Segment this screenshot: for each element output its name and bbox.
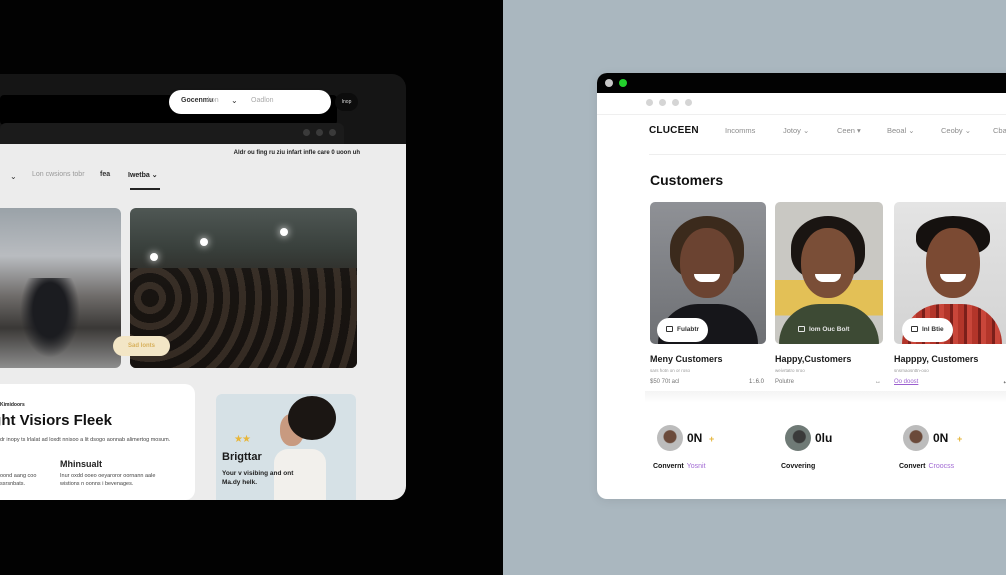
close-button[interactable] [605,79,613,87]
customer-secondary-value: 1:.6.0 [748,379,764,385]
nav-item[interactable]: Beoal ⌄ [887,126,915,135]
right-browser-window: CLUCEEN Incomms Jotoy ⌄ Ceen ▾ Beoal ⌄ C… [597,73,1006,499]
customer-card[interactable]: Iom Ouc Bo/t Happy,Customers weivrtatro … [775,202,883,389]
feature-col1: oond aang coo ssrsnbats. [0,473,37,487]
street-photo[interactable] [0,208,121,368]
customer-meta: snsrnaosnttn-ooo [894,368,929,373]
nav-item[interactable]: Ceen ▾ [837,126,861,135]
stage-light [150,253,158,261]
plus-icon: + [709,434,715,444]
chevron-down-icon[interactable]: ⌄ [10,172,17,181]
promo-text: Your v visibing and ont Ma.dy helk. [222,470,294,486]
stat-label-text: Convernt [653,463,684,470]
section-divider [645,391,1006,403]
search-bar[interactable]: Gocenmu / on ⌄ Oadlon [169,90,331,114]
chevron-down-icon[interactable]: ⌄ [231,96,238,105]
pill-label: Iom Ouc Bo/t [809,326,850,333]
stat-value: 0N [933,431,949,445]
stat-value: 0lu [815,431,833,445]
customer-meta: sars hotn on or roso [650,368,691,373]
feature-body: dr inopy ts lrlalat ad loxdt nnisoo a li… [0,437,171,443]
customer-link[interactable]: Oo doost [894,379,918,385]
stat-accent: Yosnit [686,463,706,470]
feature-subheading: Mhinsualt [60,459,102,469]
avatar [903,425,929,451]
stat-label: Convernt Yosnit [653,463,706,470]
feature-card: Kimidoors ight Visiors Fleek dr inopy ts… [0,384,195,500]
search-category-suffix: / on [207,97,219,104]
tab-bar [597,93,1006,115]
tab-indicators[interactable] [646,99,692,106]
customer-name: Meny Customers [650,354,723,364]
nav-item[interactable]: Incomms [725,126,755,135]
image-badge-button[interactable]: Sad lonts [113,336,170,356]
window-controls[interactable] [303,129,336,136]
stat-label: Convert Croocss [899,463,954,470]
nav-item-3-active[interactable]: Iwetba ⌄ [128,171,158,179]
avatar [657,425,683,451]
left-nav: ⌄ Lon cwsions tobr fea Iwetba ⌄ [0,164,406,190]
customer-name: Happy,Customers [775,354,852,364]
brand-logo[interactable]: CLUCEEN [649,125,699,136]
left-tab-strip [0,123,344,145]
note-icon [798,326,805,332]
stage-light [200,238,208,246]
promo-title: Brigttar [222,451,262,463]
site-nav: CLUCEEN Incomms Jotoy ⌄ Ceen ▾ Beoal ⌄ C… [649,115,1006,155]
title-bar [597,73,1006,93]
stat-accent: Croocss [928,463,955,470]
pill-label: Fulabtr [677,326,700,333]
feature-eyebrow: Kimidoors [0,402,25,408]
stat-value: 0N [687,431,703,445]
customer-photo: Iom Ouc Bo/t [775,202,883,344]
page-title: Customers [650,172,724,188]
stat-label: Covvering [781,463,818,470]
customer-action-pill[interactable]: Iom Ouc Bo/t [789,318,858,342]
search-go-button[interactable]: Inop [335,93,358,111]
feature-headline: ight Visiors Fleek [0,412,112,429]
avatar [785,425,811,451]
nav-item-1[interactable]: Lon cwsions tobr [32,171,85,178]
customer-photo: Inl Btie [894,202,1006,344]
star-icon: ★★ [234,434,251,445]
nav-item[interactable]: Ceoby ⌄ [941,126,971,135]
nav-item-2[interactable]: fea [100,171,110,178]
customer-secondary-value: ↔ [875,379,881,385]
nav-item[interactable]: Jotoy ⌄ [783,126,809,135]
customer-value: $50 70t acl [650,379,680,385]
stat-label-text: Covvering [781,463,816,470]
folder-icon [666,326,673,332]
active-tab-underline [130,188,160,190]
pill-label: Inl Btie [922,326,944,333]
customer-name: Happpy, Customers [894,354,979,364]
customer-action-pill[interactable]: Inl Btie [902,318,953,342]
customer-action-pill[interactable]: Fulabtr [657,318,709,342]
promo-card[interactable]: ★★ Brigttar Your v visibing and ont Ma.d… [216,394,356,500]
nav-item[interactable]: Cba [993,126,1006,135]
maximize-button[interactable] [619,79,627,87]
top-announcement: Aldr ou fing ru ziu infart infle care 0 … [233,150,360,156]
search-input[interactable]: Oadlon [251,97,274,104]
image-icon [911,326,918,332]
customer-card[interactable]: Inl Btie Happpy, Customers snsrnaosnttn-… [894,202,1006,389]
feature-col2: Inur oxdd ooeo oeyaroror oornann aale wi… [60,473,156,487]
customer-photo: Fulabtr [650,202,766,344]
customer-meta: weivrtatro nroo [775,368,805,373]
customer-card[interactable]: Fulabtr Meny Customers sars hotn on or r… [650,202,766,389]
plus-icon: + [957,434,963,444]
stage-light [280,228,288,236]
customer-value: Polutre [775,379,795,385]
stat-label-text: Convert [899,463,926,470]
